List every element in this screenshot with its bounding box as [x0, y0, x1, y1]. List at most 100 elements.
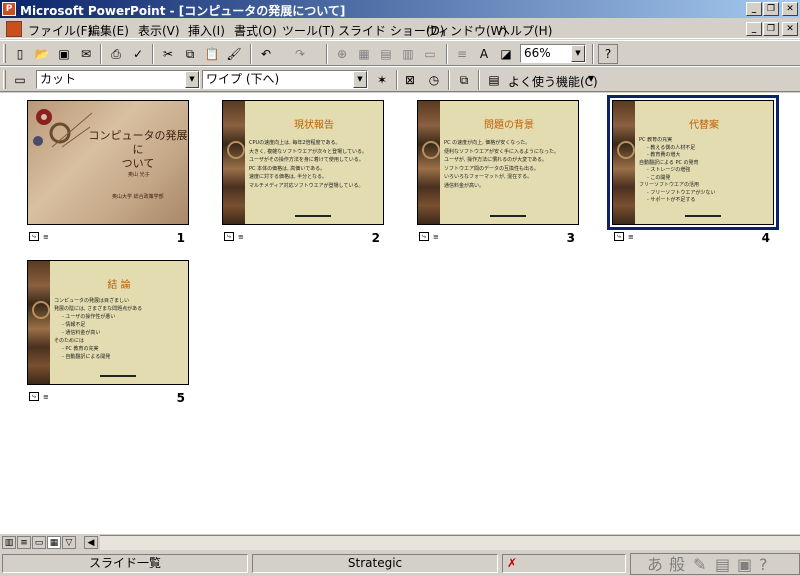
menu-format[interactable]: 書式(O): [234, 22, 277, 39]
slide-thumbnail[interactable]: 問題の背景 PC の速度が向上, 価格が安くなった。 便利なソフトウエアが安く手…: [417, 100, 579, 225]
status-view: スライド一覧: [2, 554, 248, 573]
animation-icon[interactable]: ≡: [433, 233, 443, 241]
slide-sorter-pane[interactable]: コンピュータの発展に ついて 奥山 光子 奥山大学 総合政策学部 ⤷ ≡ 1 現…: [0, 93, 800, 534]
paste-icon[interactable]: 📋: [202, 44, 222, 64]
scroll-left-icon[interactable]: ◀: [84, 536, 98, 549]
slide-affiliation: 奥山大学 総合政策学部: [112, 194, 164, 200]
undo-icon[interactable]: ↶: [256, 44, 276, 64]
transition-icon[interactable]: ⤷: [614, 232, 624, 241]
spellcheck-status-icon[interactable]: ✗: [507, 556, 517, 570]
animation-select[interactable]: ワイプ (下へ) ▼: [202, 70, 368, 89]
slide-thumbnail[interactable]: 現状報告 CPUの速度向上は, 毎年2倍程度である。 大きく, 複雑なソフトウエ…: [222, 100, 384, 225]
menu-tools[interactable]: ツール(T): [282, 22, 335, 39]
spellcheck-icon[interactable]: ✓: [128, 44, 148, 64]
animation-icon[interactable]: ≡: [238, 233, 248, 241]
slide-footer-line: [685, 215, 721, 217]
menu-help[interactable]: ヘルプ(H): [498, 22, 552, 39]
slide-view-icon[interactable]: ▭: [32, 536, 46, 549]
chevron-down-icon[interactable]: ▼: [588, 74, 594, 83]
redo-icon[interactable]: ↷: [290, 44, 310, 64]
restore-button[interactable]: ❐: [763, 2, 779, 16]
menu-window[interactable]: ウィンドウ(W): [426, 22, 507, 39]
toolbar-separator: [448, 70, 450, 90]
new-icon[interactable]: ▯: [10, 44, 30, 64]
animation-icon[interactable]: ≡: [43, 233, 53, 241]
slide-thumbnail-selected[interactable]: 代替案 PC 教育の充実 - 教える側の人材不足 - 教育費の増大 自動翻訳によ…: [607, 95, 779, 230]
toolbar-grip[interactable]: [3, 70, 6, 89]
cut-icon[interactable]: ✂: [158, 44, 178, 64]
slideshow-view-icon[interactable]: ▽: [62, 536, 76, 549]
ime-pad-icon[interactable]: ▤: [715, 556, 730, 574]
summary-slide-icon[interactable]: ⧉: [454, 70, 474, 90]
transition-icon[interactable]: ⤷: [419, 232, 429, 241]
ime-tool-icon[interactable]: ✎: [693, 556, 706, 574]
slide-sorter-view-icon[interactable]: ▦: [47, 536, 61, 549]
transition-icon[interactable]: ⤷: [29, 392, 39, 401]
format-painter-icon[interactable]: 🖌: [224, 44, 244, 64]
print-icon[interactable]: ⎙: [106, 44, 126, 64]
help-icon[interactable]: ?: [598, 44, 618, 64]
slide-number: 2: [371, 231, 380, 245]
normal-view-icon[interactable]: ▥: [2, 536, 16, 549]
minimize-button[interactable]: _: [746, 2, 762, 16]
transition-icon[interactable]: ⤷: [224, 232, 234, 241]
save-icon[interactable]: ▣: [54, 44, 74, 64]
slide-thumbnail[interactable]: コンピュータの発展に ついて 奥山 光子 奥山大学 総合政策学部: [27, 100, 189, 225]
show-formatting-icon[interactable]: A: [474, 44, 494, 64]
expand-all-icon[interactable]: ≡: [452, 44, 472, 64]
toolbar-separator: [326, 44, 328, 64]
common-tasks-button[interactable]: よく使う機能(C): [508, 73, 598, 90]
status-spelling: ✗: [502, 554, 626, 573]
slide-thumbnail[interactable]: 結 論 コンピュータの発展は目ざましい 発展の陰には, さまざまな問題点がある …: [27, 260, 189, 385]
decorative-strip: [223, 101, 245, 224]
ime-help-icon[interactable]: ?: [759, 556, 768, 574]
animation-icon[interactable]: ≡: [628, 233, 638, 241]
menu-file[interactable]: ファイル(F): [28, 22, 92, 39]
tables-borders-icon[interactable]: ▦: [354, 44, 374, 64]
common-tasks-icon[interactable]: ▤: [484, 70, 504, 90]
decorative-strip: [418, 101, 440, 224]
hyperlink-icon[interactable]: ⊕: [332, 44, 352, 64]
chevron-down-icon[interactable]: ▼: [353, 71, 367, 88]
gears-image: [33, 109, 93, 148]
insert-chart-icon[interactable]: ▥: [398, 44, 418, 64]
transition-select[interactable]: カット ▼: [36, 70, 200, 89]
menu-insert[interactable]: 挿入(I): [188, 22, 225, 39]
document-icon[interactable]: [6, 21, 22, 37]
open-icon[interactable]: 📂: [32, 44, 52, 64]
toolbar-separator: [446, 44, 448, 64]
slide-meta: ⤷ ≡ 1: [27, 231, 189, 245]
powerpoint-app-icon[interactable]: P: [2, 2, 16, 16]
doc-close-button[interactable]: ✕: [782, 22, 798, 36]
chevron-down-icon[interactable]: ▼: [571, 45, 585, 62]
slide-number: 4: [761, 231, 770, 245]
zoom-select[interactable]: 66% ▼: [520, 44, 586, 63]
slide-number: 1: [176, 231, 185, 245]
email-icon[interactable]: ✉: [76, 44, 96, 64]
chevron-down-icon[interactable]: ▼: [185, 71, 199, 88]
new-slide-icon[interactable]: ▭: [420, 44, 440, 64]
insert-table-icon[interactable]: ▤: [376, 44, 396, 64]
ime-dictionary-icon[interactable]: ▣: [737, 556, 752, 574]
menu-edit[interactable]: 編集(E): [88, 22, 129, 39]
toolbar-grip[interactable]: [3, 44, 6, 63]
horizontal-scrollbar[interactable]: [100, 535, 800, 550]
slide-title: 代替案: [689, 120, 719, 131]
ime-conversion[interactable]: 般: [669, 556, 685, 574]
animation-icon[interactable]: ≡: [43, 393, 53, 401]
ime-mode[interactable]: あ: [647, 556, 663, 574]
animation-preview-icon[interactable]: ✶: [372, 70, 392, 90]
slide-bullets: コンピュータの発展は目ざましい 発展の陰には, さまざまな問題点がある - ユー…: [54, 298, 143, 360]
doc-minimize-button[interactable]: _: [746, 22, 762, 36]
menu-view[interactable]: 表示(V): [138, 22, 180, 39]
close-button[interactable]: ✕: [782, 2, 798, 16]
copy-icon[interactable]: ⧉: [180, 44, 200, 64]
doc-restore-button[interactable]: ❐: [763, 22, 779, 36]
transition-icon[interactable]: ⤷: [29, 232, 39, 241]
outline-view-icon[interactable]: ≡: [17, 536, 31, 549]
rehearse-timings-icon[interactable]: ◷: [424, 70, 444, 90]
status-bar: スライド一覧 Strategic ✗ あ 般 ✎ ▤ ▣ ?: [0, 552, 800, 576]
hide-slide-icon[interactable]: ⊠: [400, 70, 420, 90]
slide-transition-icon[interactable]: ▭: [10, 70, 30, 90]
grayscale-icon[interactable]: ◪: [496, 44, 516, 64]
